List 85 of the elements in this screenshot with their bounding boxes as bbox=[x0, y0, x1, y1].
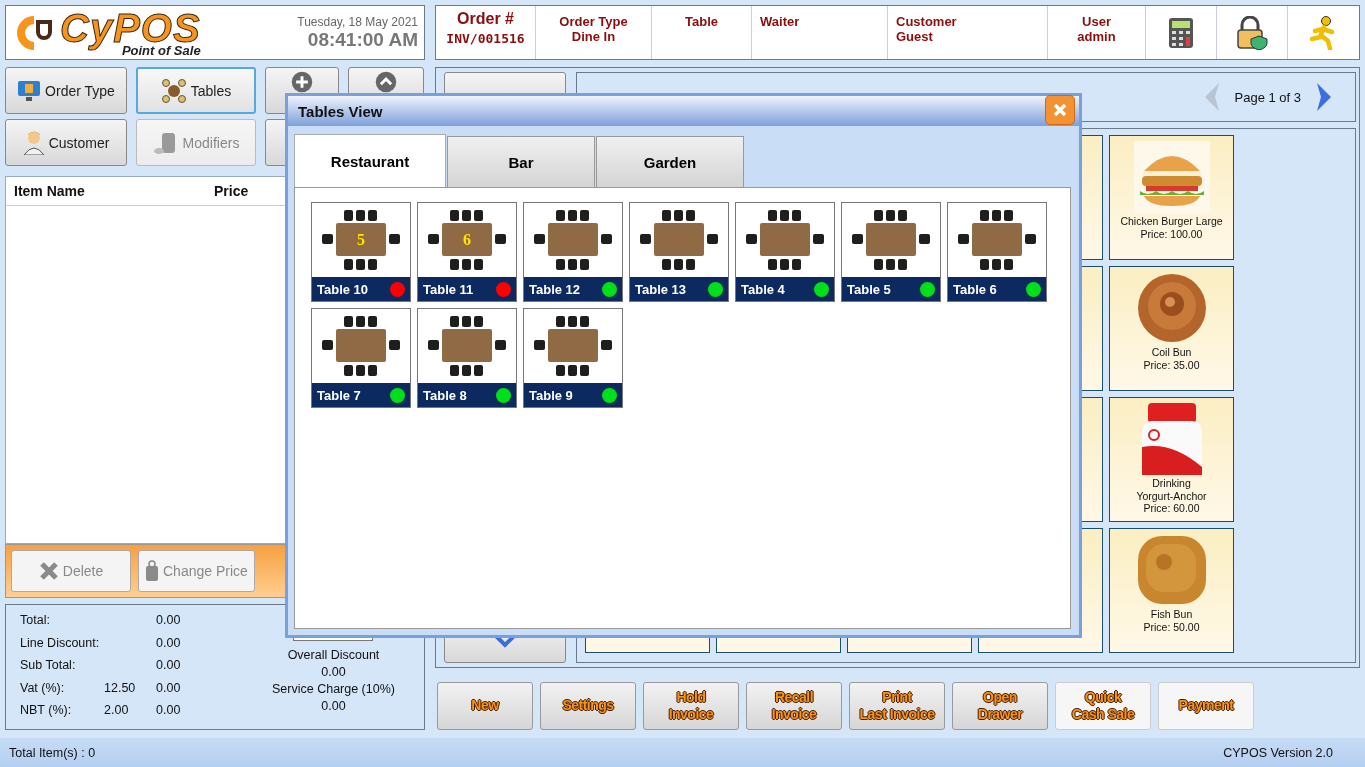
function-button[interactable]: Tables bbox=[136, 67, 256, 114]
product-price: Price: 100.00 bbox=[1140, 227, 1203, 240]
total-value: 0.00 bbox=[156, 635, 182, 652]
rate-value: 2.00 bbox=[104, 703, 130, 720]
table-card[interactable]: Table 6 bbox=[947, 202, 1047, 302]
info-label: Customer bbox=[896, 14, 957, 29]
info-value: INV/001516 bbox=[446, 31, 525, 46]
tab[interactable]: Garden bbox=[596, 136, 744, 187]
info-value: admin bbox=[1077, 29, 1116, 44]
table-card[interactable]: 5 Table 10 bbox=[311, 202, 411, 302]
tab[interactable]: Restaurant bbox=[294, 134, 446, 187]
info-label: Order Type bbox=[559, 14, 628, 29]
table-card[interactable]: Table 7 bbox=[311, 308, 411, 408]
total-label: Total: bbox=[20, 613, 51, 629]
product-name: Drinking Yorgurt-Anchor bbox=[1136, 477, 1207, 503]
product-price: Price: 35.00 bbox=[1143, 358, 1200, 371]
table-name: Table 8 bbox=[423, 387, 467, 403]
tab[interactable]: Bar bbox=[447, 136, 595, 187]
info-label: Waiter bbox=[760, 14, 800, 29]
clock-time: 08:41:00 AM bbox=[307, 28, 418, 51]
info-value: Dine In bbox=[571, 29, 616, 44]
product-tile[interactable]: Fish Bun Price: 50.00 bbox=[1109, 528, 1234, 653]
total-value: 0.00 bbox=[156, 703, 182, 720]
total-label: Vat (%): bbox=[20, 680, 66, 697]
table-card[interactable]: Table 5 bbox=[841, 202, 941, 302]
date-text: Tuesday, 18 May 2021 bbox=[297, 14, 418, 29]
monitor-icon bbox=[17, 79, 42, 102]
close-icon bbox=[1053, 103, 1067, 117]
info-value: Guest bbox=[896, 29, 933, 44]
close-button[interactable] bbox=[1045, 95, 1075, 125]
table-card[interactable]: Table 4 bbox=[735, 202, 835, 302]
table-card[interactable]: Table 9 bbox=[523, 308, 623, 408]
table-name: Table 11 bbox=[423, 281, 474, 297]
table-card[interactable]: Table 13 bbox=[629, 202, 729, 302]
price-tag-icon bbox=[145, 560, 159, 582]
product-price: Price: 60.00 bbox=[1143, 502, 1200, 515]
total-label: NBT (%): bbox=[20, 703, 73, 720]
table-number: 5 bbox=[357, 231, 365, 249]
product-name: Fish Bun bbox=[1150, 608, 1193, 621]
info-label: Order # bbox=[457, 10, 514, 28]
version-text: CYPOS Version 2.0 bbox=[1223, 745, 1333, 760]
info-label: Table bbox=[685, 14, 718, 29]
product-price: Price: 50.00 bbox=[1143, 620, 1200, 633]
plus-icon bbox=[291, 71, 313, 93]
rate-value: 12.50 bbox=[104, 680, 137, 697]
person-icon bbox=[22, 130, 45, 155]
table-name: Table 5 bbox=[847, 281, 891, 297]
table-seats-icon bbox=[160, 78, 187, 103]
total-label: Line Discount: bbox=[20, 635, 101, 652]
product-name: Coil Bun bbox=[1151, 346, 1192, 359]
dialog-title: Tables View bbox=[298, 102, 383, 120]
table-name: Table 7 bbox=[317, 387, 361, 403]
total-label: Sub Total: bbox=[20, 658, 77, 675]
calculator-icon[interactable] bbox=[1168, 16, 1194, 49]
charge-label: Overall Discount bbox=[287, 648, 380, 662]
product-name: Chicken Burger Large bbox=[1120, 215, 1223, 228]
table-card[interactable]: Table 8 bbox=[417, 308, 517, 408]
charge-label: Service Charge (10%) bbox=[272, 682, 395, 696]
function-button[interactable]: Order Type bbox=[5, 67, 127, 114]
table-card[interactable]: 6 Table 11 bbox=[417, 202, 517, 302]
table-name: Table 6 bbox=[953, 281, 997, 297]
product-tile[interactable]: Drinking Yorgurt-Anchor Price: 60.00 bbox=[1109, 397, 1234, 522]
table-card[interactable]: Table 12 bbox=[523, 202, 623, 302]
column-header: Price bbox=[214, 183, 249, 199]
page-indicator: Page 1 of 3 bbox=[1234, 89, 1301, 105]
product-tile[interactable]: Coil Bun Price: 35.00 bbox=[1109, 266, 1234, 391]
lock-shield-icon[interactable] bbox=[1235, 15, 1269, 50]
table-name: Table 9 bbox=[529, 387, 573, 403]
table-name: Table 4 bbox=[741, 281, 785, 297]
logo-name: CyPOS bbox=[60, 8, 201, 48]
table-name: Table 12 bbox=[529, 281, 581, 297]
charge-value: 0.00 bbox=[321, 665, 346, 679]
total-value: 0.00 bbox=[156, 613, 182, 629]
item-count: Total Item(s) : 0 bbox=[9, 745, 96, 760]
info-label: User bbox=[1082, 14, 1111, 29]
total-value: 0.00 bbox=[156, 680, 182, 697]
column-header: Item Name bbox=[13, 183, 86, 199]
total-value: 0.00 bbox=[156, 658, 182, 675]
table-name: Table 10 bbox=[317, 281, 369, 297]
table-name: Table 13 bbox=[635, 281, 687, 297]
charge-value: 0.00 bbox=[321, 699, 346, 713]
cross-icon bbox=[38, 561, 59, 581]
function-button[interactable]: Customer bbox=[5, 119, 127, 166]
product-tile[interactable]: Chicken Burger Large Price: 100.00 bbox=[1109, 135, 1234, 260]
table-number: 6 bbox=[463, 231, 471, 249]
